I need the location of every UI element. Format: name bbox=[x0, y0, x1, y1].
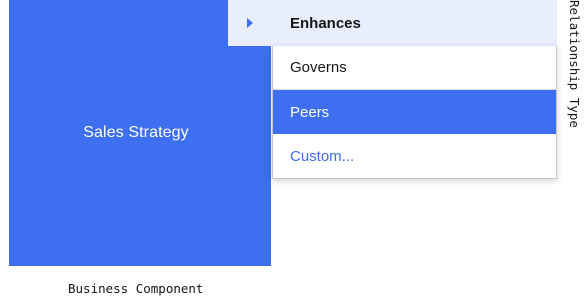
menu-item-governs[interactable]: Governs bbox=[273, 46, 556, 90]
x-axis-label: Business Component bbox=[68, 281, 204, 296]
relationship-menu-header[interactable]: Enhances bbox=[272, 0, 557, 46]
caret-right-icon bbox=[247, 18, 253, 28]
expand-menu-button[interactable] bbox=[228, 0, 272, 46]
component-name: Sales Strategy bbox=[83, 124, 189, 141]
menu-item-custom[interactable]: Custom... bbox=[273, 134, 556, 178]
relationship-menu: Governs Peers Custom... bbox=[272, 46, 557, 179]
menu-item-peers[interactable]: Peers bbox=[273, 90, 556, 134]
y-axis-label: Relationship Type bbox=[567, 0, 582, 128]
